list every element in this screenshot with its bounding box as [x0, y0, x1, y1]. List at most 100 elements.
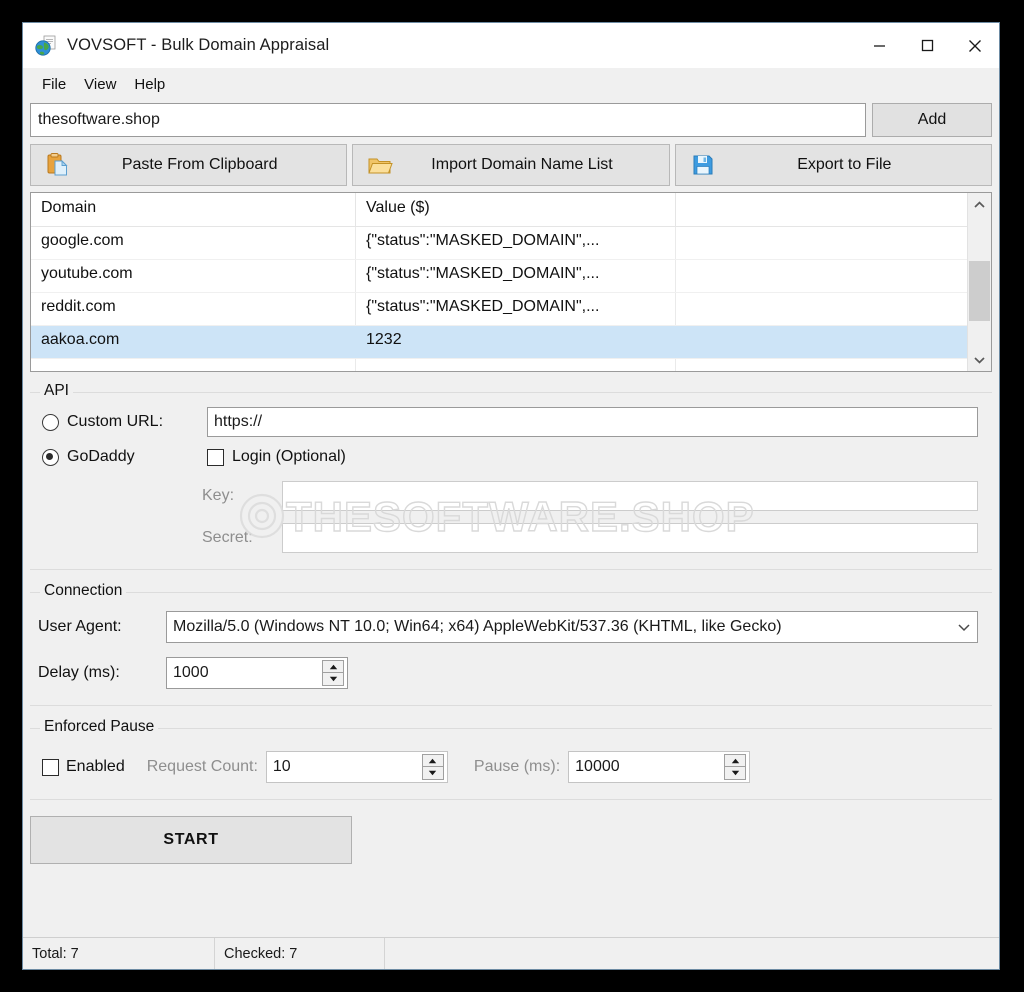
export-to-file-label: Export to File [797, 156, 892, 173]
enforced-pause-group: Enforced Pause Enabled Request Count: 10… [30, 718, 992, 800]
table-row[interactable]: aakoa.com 1232 [31, 326, 967, 359]
close-button[interactable] [951, 23, 999, 68]
maximize-button[interactable] [903, 23, 951, 68]
godaddy-radio[interactable] [42, 448, 59, 466]
custom-url-label: Custom URL: [67, 413, 164, 430]
scrollbar-thumb[interactable] [969, 261, 990, 321]
cell-blank [676, 260, 967, 292]
add-button[interactable]: Add [872, 103, 992, 137]
connection-group-divider [30, 705, 992, 706]
status-total: Total: 7 [23, 938, 215, 969]
status-extra [385, 938, 999, 969]
request-count-label: Request Count: [146, 758, 258, 775]
minimize-button[interactable] [855, 23, 903, 68]
request-count-decrement-button[interactable] [421, 767, 444, 780]
cell-blank [676, 326, 967, 358]
chevron-down-icon[interactable] [951, 612, 977, 642]
menu-view[interactable]: View [75, 72, 125, 97]
domain-list: Domain Value ($) google.com {"status":"M… [30, 192, 992, 372]
cell-value: {"status":"MASKED_DOMAIN",... [356, 260, 676, 292]
paste-from-clipboard-button[interactable]: Paste From Clipboard [30, 144, 348, 186]
user-agent-label: User Agent: [38, 618, 122, 635]
start-button[interactable]: START [30, 816, 352, 864]
pause-ms-decrement-button[interactable] [724, 767, 747, 780]
globe-document-icon [35, 35, 57, 57]
scrollbar-track[interactable] [968, 216, 991, 348]
toolbar: Paste From Clipboard Import Domain Name … [30, 144, 992, 186]
status-checked: Checked: 7 [215, 938, 385, 969]
cell-domain: google.com [31, 227, 356, 259]
menu-bar: File View Help [23, 68, 999, 100]
menu-help[interactable]: Help [125, 72, 174, 97]
pause-ms-increment-button[interactable] [724, 754, 747, 767]
column-header-value[interactable]: Value ($) [356, 193, 676, 226]
domain-input[interactable] [30, 103, 866, 137]
enforced-pause-enabled-label: Enabled [66, 758, 125, 775]
pause-ms-spinner-buttons [724, 754, 747, 780]
window-title: VOVSOFT - Bulk Domain Appraisal [67, 36, 330, 54]
cell-domain [31, 359, 356, 371]
user-agent-combobox[interactable]: Mozilla/5.0 (Windows NT 10.0; Win64; x64… [166, 611, 978, 643]
api-group-divider [30, 569, 992, 570]
domain-entry-row: Add [30, 103, 992, 137]
cell-domain: reddit.com [31, 293, 356, 325]
domain-list-body: Domain Value ($) google.com {"status":"M… [31, 193, 967, 371]
request-count-input[interactable] [266, 752, 422, 782]
chevron-up-icon[interactable] [968, 193, 991, 216]
enforced-pause-group-divider [30, 799, 992, 800]
delay-input[interactable] [167, 658, 322, 688]
export-to-file-button[interactable]: Export to File [674, 144, 992, 186]
delay-decrement-button[interactable] [322, 673, 344, 686]
clipboard-paste-icon [45, 152, 71, 178]
cell-value: {"status":"MASKED_DOMAIN",... [356, 227, 676, 259]
pause-ms-input[interactable] [569, 752, 725, 782]
connection-group-title: Connection [40, 582, 127, 600]
key-input[interactable] [282, 481, 978, 511]
delay-spinner[interactable] [166, 657, 348, 689]
api-group: API Custom URL: GoDaddy Login (Optional)… [30, 382, 992, 570]
secret-input[interactable] [282, 523, 978, 553]
import-domain-name-list-label: Import Domain Name List [431, 156, 613, 173]
user-agent-value: Mozilla/5.0 (Windows NT 10.0; Win64; x64… [173, 618, 782, 635]
menu-file[interactable]: File [33, 72, 75, 97]
table-row[interactable]: youtube.com {"status":"MASKED_DOMAIN",..… [31, 260, 967, 293]
table-row[interactable]: google.com {"status":"MASKED_DOMAIN",... [31, 227, 967, 260]
cell-domain: youtube.com [31, 260, 356, 292]
window-controls [855, 23, 999, 68]
floppy-save-icon [690, 152, 716, 178]
request-count-increment-button[interactable] [421, 754, 444, 767]
folder-open-icon [367, 152, 394, 178]
login-optional-label: Login (Optional) [232, 448, 346, 465]
chevron-down-icon[interactable] [968, 348, 991, 371]
cell-domain: aakoa.com [31, 326, 356, 358]
pause-ms-spinner[interactable] [568, 751, 751, 783]
delay-increment-button[interactable] [322, 660, 344, 673]
application-window: VOVSOFT - Bulk Domain Appraisal File Vie… [22, 22, 1000, 970]
custom-url-radio[interactable] [42, 413, 59, 431]
delay-label: Delay (ms): [38, 664, 120, 681]
cell-value [356, 359, 676, 371]
import-domain-name-list-button[interactable]: Import Domain Name List [352, 144, 670, 186]
table-row[interactable]: reddit.com {"status":"MASKED_DOMAIN",... [31, 293, 967, 326]
enforced-pause-enabled-checkbox[interactable] [42, 758, 59, 776]
godaddy-label: GoDaddy [67, 448, 135, 465]
request-count-spinner-buttons [421, 754, 444, 780]
connection-group: Connection User Agent: Mozilla/5.0 (Wind… [30, 582, 992, 706]
delay-spinner-buttons [322, 660, 344, 686]
login-optional-checkbox[interactable] [207, 448, 224, 466]
list-vertical-scrollbar[interactable] [967, 193, 991, 371]
request-count-spinner[interactable] [265, 751, 448, 783]
list-header-row: Domain Value ($) [31, 193, 967, 227]
status-bar: Total: 7 Checked: 7 [23, 937, 999, 969]
column-header-domain[interactable]: Domain [31, 193, 356, 226]
pause-ms-label: Pause (ms): [473, 758, 561, 775]
title-bar: VOVSOFT - Bulk Domain Appraisal [23, 23, 999, 68]
cell-blank [676, 227, 967, 259]
cell-blank [676, 293, 967, 325]
column-header-blank[interactable] [676, 193, 967, 226]
custom-url-input[interactable] [207, 407, 978, 437]
api-group-title: API [40, 382, 73, 400]
enforced-pause-group-title: Enforced Pause [40, 718, 159, 736]
key-label: Key: [202, 487, 235, 504]
secret-label: Secret: [202, 529, 253, 546]
